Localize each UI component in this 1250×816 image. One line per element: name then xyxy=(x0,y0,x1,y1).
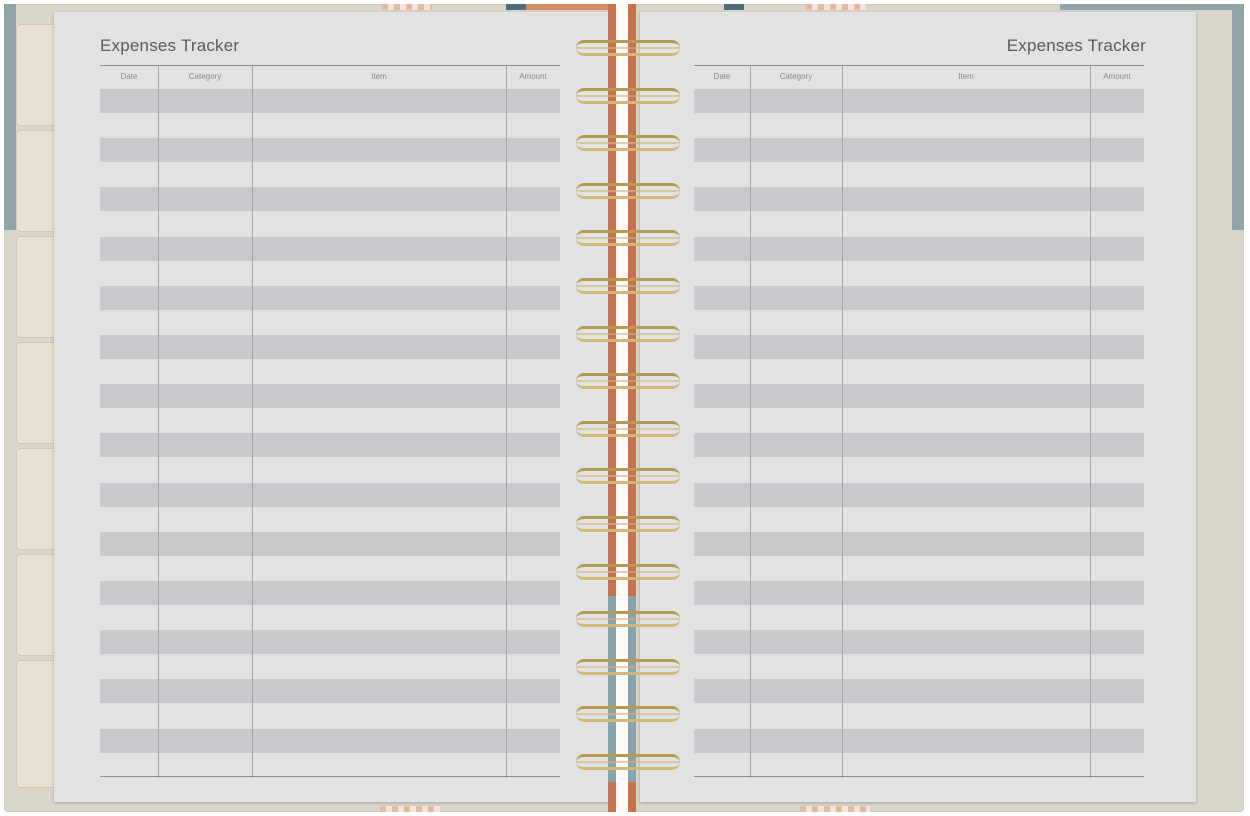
binding-ring xyxy=(576,373,680,390)
binding-ring xyxy=(576,87,680,104)
binding-ring xyxy=(576,135,680,152)
table-row xyxy=(694,728,1144,753)
table-row xyxy=(100,728,560,753)
spiral-binding xyxy=(572,30,684,790)
binding-ring xyxy=(576,40,680,56)
column-header-amount: Amount xyxy=(519,72,547,81)
binding-ring xyxy=(576,325,680,342)
binding-ring xyxy=(576,278,680,294)
binding-ring xyxy=(576,516,680,532)
column-header-date: Date xyxy=(713,72,731,81)
table-row xyxy=(100,482,560,507)
cover-stripe xyxy=(4,4,16,230)
column-header-item: Item xyxy=(371,72,387,81)
cover-stripe xyxy=(380,806,440,812)
column-divider xyxy=(506,66,507,778)
table-row xyxy=(100,89,560,113)
table-row xyxy=(694,138,1144,163)
column-header-item: Item xyxy=(958,72,974,81)
divider-tab xyxy=(16,660,58,788)
cover-stripe xyxy=(806,4,866,10)
table-row xyxy=(694,482,1144,507)
binding-ring xyxy=(576,563,680,580)
binding-ring xyxy=(576,611,680,628)
table-row xyxy=(100,679,560,704)
column-header-category: Category xyxy=(188,72,222,81)
cover-stripe xyxy=(1232,4,1244,230)
page-title: Expenses Tracker xyxy=(1006,36,1146,55)
table-row xyxy=(100,581,560,605)
table-row xyxy=(100,433,560,458)
table-bottom-rule xyxy=(694,776,1144,777)
right-page: Expenses Tracker Date Category Item Amou… xyxy=(640,12,1196,802)
table-row xyxy=(100,384,560,409)
column-divider xyxy=(252,66,253,778)
table-bottom-rule xyxy=(100,776,560,777)
column-headers: Date Category Item Amount xyxy=(100,68,560,88)
cover-stripe xyxy=(1060,4,1240,10)
table-row xyxy=(694,285,1144,310)
column-divider xyxy=(842,66,843,778)
divider-tab xyxy=(16,24,58,126)
table-row xyxy=(100,335,560,359)
title-rule xyxy=(694,65,1144,66)
expenses-table: Date Category Item Amount xyxy=(100,66,560,778)
column-header-amount: Amount xyxy=(1103,72,1131,81)
expenses-table: Date Category Item Amount xyxy=(694,66,1144,778)
binding-ring xyxy=(576,658,680,675)
table-row xyxy=(694,531,1144,556)
column-header-category: Category xyxy=(779,72,813,81)
table-row xyxy=(694,236,1144,261)
column-divider xyxy=(1090,66,1091,778)
divider-tab xyxy=(16,554,58,656)
binding-ring xyxy=(576,706,680,723)
table-row xyxy=(694,581,1144,605)
table-row xyxy=(694,433,1144,458)
column-headers: Date Category Item Amount xyxy=(694,68,1144,88)
table-row xyxy=(100,285,560,310)
table-row xyxy=(100,236,560,261)
table-row xyxy=(694,630,1144,655)
divider-tab xyxy=(16,342,58,444)
table-row xyxy=(100,138,560,163)
binding-ring xyxy=(576,754,680,770)
page-title: Expenses Tracker xyxy=(100,36,240,55)
binding-ring xyxy=(576,182,680,199)
divider-tab xyxy=(16,448,58,550)
divider-tab xyxy=(16,236,58,338)
cover-stripe xyxy=(382,4,432,10)
notebook-photo: Expenses Tracker Date Category Item Amou… xyxy=(0,0,1250,816)
binding-ring xyxy=(576,420,680,437)
table-row xyxy=(694,335,1144,359)
cover-stripe xyxy=(506,4,526,10)
table-row xyxy=(694,384,1144,409)
table-row xyxy=(694,679,1144,704)
cover-stripe xyxy=(724,4,744,10)
binding-ring xyxy=(576,230,680,247)
table-row xyxy=(100,187,560,212)
cover-stripe xyxy=(800,806,870,812)
binding-ring xyxy=(576,468,680,485)
cover-stripe xyxy=(520,4,620,10)
column-divider xyxy=(750,66,751,778)
title-rule xyxy=(100,65,560,66)
divider-tab xyxy=(16,130,58,232)
table-row xyxy=(694,89,1144,113)
table-row xyxy=(100,531,560,556)
column-divider xyxy=(158,66,159,778)
left-page: Expenses Tracker Date Category Item Amou… xyxy=(54,12,610,802)
table-row xyxy=(100,630,560,655)
table-row xyxy=(694,187,1144,212)
column-header-date: Date xyxy=(120,72,138,81)
